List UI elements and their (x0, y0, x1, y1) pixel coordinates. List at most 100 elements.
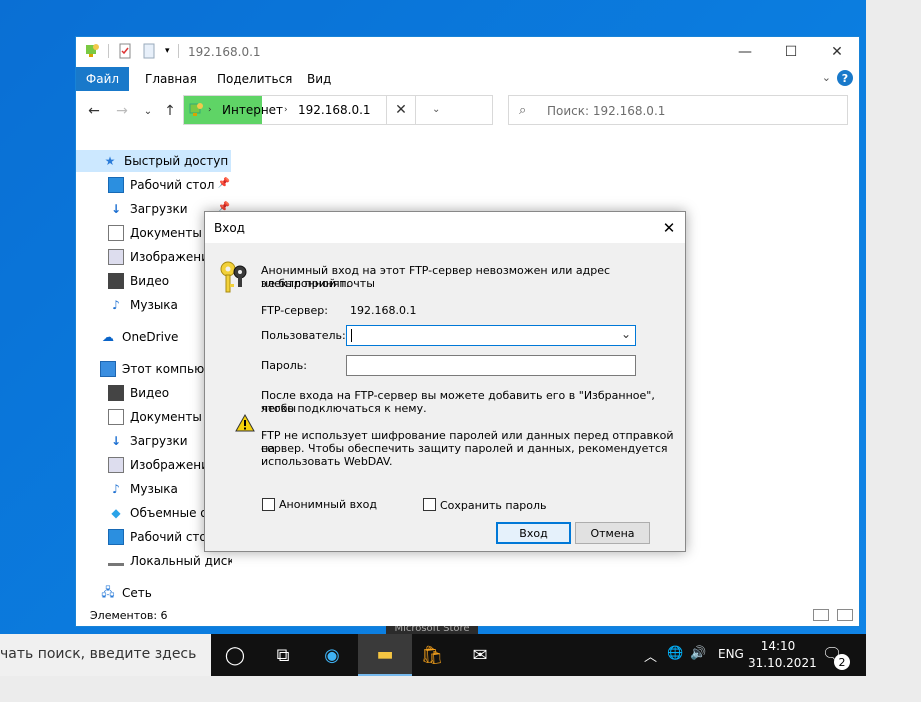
sidebar-item-label: Документы (130, 226, 202, 240)
tab-file[interactable]: Файл (76, 67, 129, 91)
explorer-titlebar: ▾ 192.168.0.1 — ☐ ✕ (76, 37, 859, 67)
login-button[interactable]: Вход (496, 522, 571, 544)
cloud-icon: ☁ (102, 330, 114, 344)
speaker-volume-icon[interactable]: 🔊 (690, 646, 706, 661)
network-folder-icon[interactable] (84, 43, 100, 59)
large-icons-view-icon[interactable] (837, 609, 853, 621)
dialog-titlebar: Вход ✕ (205, 212, 685, 243)
sidebar-item-local-disk[interactable]: Локальный диск (C:) (76, 550, 232, 572)
expand-ribbon-chevron-icon[interactable]: ⌄ (822, 71, 831, 84)
status-item-count: Элементов: 6 (90, 609, 168, 622)
downloads-arrow-icon: ↓ (110, 434, 122, 448)
info-text-line2: легко подключаться к нему. (261, 402, 427, 415)
task-view-icon[interactable]: ⧉ (259, 634, 307, 676)
save-password-checkbox[interactable] (423, 498, 436, 511)
file-explorer-taskbar-icon[interactable]: ▬ (358, 634, 412, 676)
taskbar: чать поиск, введите здесь ◯ ⧉ ◉ ▬ 🛍 ✉ ︿ … (0, 634, 866, 676)
properties-icon[interactable] (117, 43, 133, 59)
network-icon: 🖧 (101, 584, 115, 599)
cancel-button[interactable]: Отмена (575, 522, 650, 544)
sidebar-item-label: Видео (130, 386, 170, 400)
dialog-close-button[interactable]: ✕ (653, 212, 685, 243)
sidebar-item-label: Документы (130, 410, 202, 424)
cube-icon: ◆ (111, 506, 121, 520)
anonymous-login-label[interactable]: Анонимный вход (279, 498, 377, 511)
show-hidden-icons-chevron-icon[interactable]: ︿ (644, 646, 657, 665)
customize-toolbar-chevron-icon[interactable]: ▾ (165, 46, 170, 56)
recent-locations-chevron-icon[interactable]: ⌄ (138, 101, 158, 121)
store-bag-icon[interactable]: 🛍 (408, 634, 456, 676)
sidebar-item-quick-access[interactable]: ★ Быстрый доступ (76, 150, 231, 172)
warning-icon (235, 414, 255, 432)
tab-view[interactable]: Вид (307, 72, 331, 86)
screen-margin-right (866, 0, 921, 702)
stop-loading-close-icon[interactable]: ✕ (386, 95, 416, 125)
music-note-icon: ♪ (112, 482, 120, 496)
username-combobox[interactable]: ⌄ (346, 325, 636, 346)
pictures-icon (108, 457, 124, 473)
tab-share[interactable]: Поделиться (217, 72, 292, 86)
system-clock[interactable]: 14:10 31.10.2021 (748, 638, 817, 672)
ftp-login-dialog: Вход ✕ Анонимный вход на этот FTP-сервер… (204, 211, 686, 552)
sidebar-item-label: Загрузки (130, 434, 188, 448)
sidebar-item-network[interactable]: 🖧 Сеть (76, 582, 232, 604)
address-bar[interactable]: › Интернет › 192.168.0.1 ⌄ (183, 95, 493, 125)
desktop-icon (108, 177, 124, 193)
downloads-arrow-icon: ↓ (110, 202, 122, 216)
edge-browser-icon[interactable]: ◉ (308, 634, 356, 676)
back-arrow-icon[interactable]: ← (84, 101, 104, 121)
search-input[interactable]: Поиск: 192.168.0.1 (547, 104, 665, 118)
maximize-button[interactable]: ☐ (768, 37, 814, 67)
close-window-button[interactable]: ✕ (814, 37, 860, 67)
save-password-label[interactable]: Сохранить пароль (440, 499, 547, 512)
pin-icon[interactable]: 📌 (218, 178, 230, 189)
navigation-bar: ← → ⌄ ↑ › Интернет › 192.168.0.1 ⌄ ✕ ⌕ П… (76, 91, 859, 131)
password-label: Пароль: (261, 359, 307, 372)
anonymous-login-checkbox[interactable] (262, 498, 275, 511)
language-indicator[interactable]: ENG (718, 647, 744, 661)
sidebar-item-label: Рабочий стол (130, 530, 215, 544)
sidebar-item-label: Быстрый доступ (124, 154, 229, 168)
sidebar-item-label: Музыка (130, 482, 178, 496)
clock-date: 31.10.2021 (748, 656, 817, 670)
sidebar-item-label: Загрузки (130, 202, 188, 216)
sidebar-item-label: OneDrive (122, 330, 179, 344)
sidebar-item-desktop[interactable]: Рабочий стол 📌 (76, 174, 232, 196)
address-history-chevron-icon[interactable]: ⌄ (432, 104, 440, 115)
quick-access-toolbar: ▾ (84, 43, 187, 59)
up-arrow-icon[interactable]: ↑ (160, 101, 180, 121)
chevron-down-icon[interactable]: ⌄ (621, 327, 631, 341)
sidebar-item-label: Локальный диск (C:) (130, 554, 232, 568)
minimize-button[interactable]: — (722, 37, 768, 67)
tab-home[interactable]: Главная (145, 72, 197, 86)
new-folder-icon[interactable] (141, 43, 157, 59)
task-view-circle-icon[interactable]: ◯ (211, 634, 259, 676)
pictures-icon (108, 249, 124, 265)
view-mode-switcher (813, 609, 853, 621)
breadcrumb-chevron-icon[interactable]: › (208, 105, 212, 115)
password-field[interactable] (346, 355, 636, 376)
text-caret (351, 329, 352, 342)
ribbon-tabs: Файл Главная Поделиться Вид ⌄ ? (76, 67, 859, 91)
document-icon (108, 409, 124, 425)
search-box[interactable]: ⌕ Поиск: 192.168.0.1 (508, 95, 848, 125)
toolbar-separator (108, 44, 109, 58)
network-location-icon (189, 103, 203, 116)
warning-text-line3: использовать WebDAV. (261, 455, 393, 468)
toolbar-separator (177, 44, 179, 58)
breadcrumb-internet[interactable]: Интернет (222, 103, 283, 117)
sidebar-item-label: Рабочий стол (130, 178, 215, 192)
breadcrumb-chevron-icon[interactable]: › (284, 105, 288, 115)
network-globe-icon[interactable]: 🌐 (667, 646, 683, 661)
help-icon[interactable]: ? (837, 70, 853, 86)
breadcrumb-location[interactable]: 192.168.0.1 (298, 103, 371, 117)
desktop-icon (108, 529, 124, 545)
forward-arrow-icon[interactable]: → (112, 101, 132, 121)
details-view-icon[interactable] (813, 609, 829, 621)
sidebar-item-label: Сеть (122, 586, 152, 600)
video-film-icon (108, 273, 124, 289)
sidebar-item-label: Музыка (130, 298, 178, 312)
mail-envelope-icon[interactable]: ✉ (456, 634, 504, 676)
taskbar-search-input[interactable]: чать поиск, введите здесь (0, 634, 211, 676)
star-icon: ★ (104, 154, 116, 168)
